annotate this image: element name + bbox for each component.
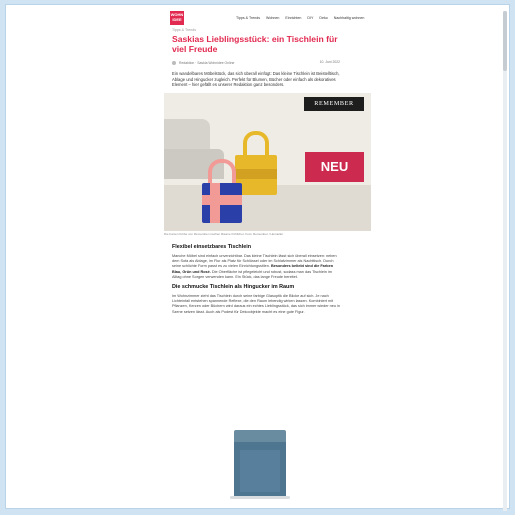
- article-date: 10. Juni 2022: [319, 60, 340, 65]
- scrollbar[interactable]: [503, 11, 507, 511]
- brand-label: REMEMBER: [304, 97, 364, 111]
- blue-basket-pink-band-horizontal: [202, 195, 242, 205]
- section-heading-2: Die schmucke Tischlein als Hingucker im …: [172, 284, 295, 291]
- nav-item-wohnen[interactable]: Wohnen: [266, 16, 279, 20]
- article-author[interactable]: Redaktion · Saskia Wohnidee Online: [179, 61, 234, 65]
- hero-image: REMEMBER NEU: [164, 93, 371, 231]
- table-shadow: [230, 496, 290, 499]
- article-meta: Redaktion · Saskia Wohnidee Online 10. J…: [172, 60, 340, 65]
- nav-item-nachhaltig[interactable]: Nachhaltig wohnen: [334, 16, 365, 20]
- site-logo[interactable]: WOHN IDEE: [170, 11, 184, 25]
- table-inner-reflection: [240, 450, 280, 492]
- hero-caption: Die bunten Körbe von Remember machen Räu…: [164, 232, 284, 236]
- nav-item-deko[interactable]: Deko: [319, 16, 327, 20]
- section-text-1: Manche Möbel sind einfach unverzichtbar.…: [172, 254, 340, 280]
- article-intro: Ein wandelbares Möbelstück, das sich übe…: [172, 71, 340, 87]
- yellow-basket-stripe: [235, 169, 277, 179]
- article-header: Tipps & Trends Saskias Lieblingsstück: e…: [172, 28, 340, 87]
- article-category[interactable]: Tipps & Trends: [172, 28, 340, 32]
- main-nav: Tipps & Trends Wohnen Einrichten DIY Dek…: [236, 16, 364, 20]
- article-title: Saskias Lieblingsstück: ein Tischlein fü…: [172, 34, 338, 54]
- section-text-2: Im Wohnzimmer zieht das Tischlein durch …: [172, 294, 340, 314]
- author-avatar-icon: [172, 60, 176, 65]
- site-header: WOHN IDEE Tipps & Trends Wohnen Einricht…: [166, 11, 376, 27]
- nav-item-tipps[interactable]: Tipps & Trends: [236, 16, 260, 20]
- section-heading-1: Flexibel einsetzbares Tischlein: [172, 244, 251, 250]
- product-image-side-table: [226, 424, 292, 500]
- nav-item-diy[interactable]: DIY: [307, 16, 313, 20]
- nav-item-einrichten[interactable]: Einrichten: [285, 16, 301, 20]
- scrollbar-thumb[interactable]: [503, 11, 507, 71]
- article-body: Flexibel einsetzbares Tischlein Manche M…: [172, 240, 340, 318]
- new-badge: NEU: [305, 152, 364, 182]
- blue-basket: [202, 183, 242, 223]
